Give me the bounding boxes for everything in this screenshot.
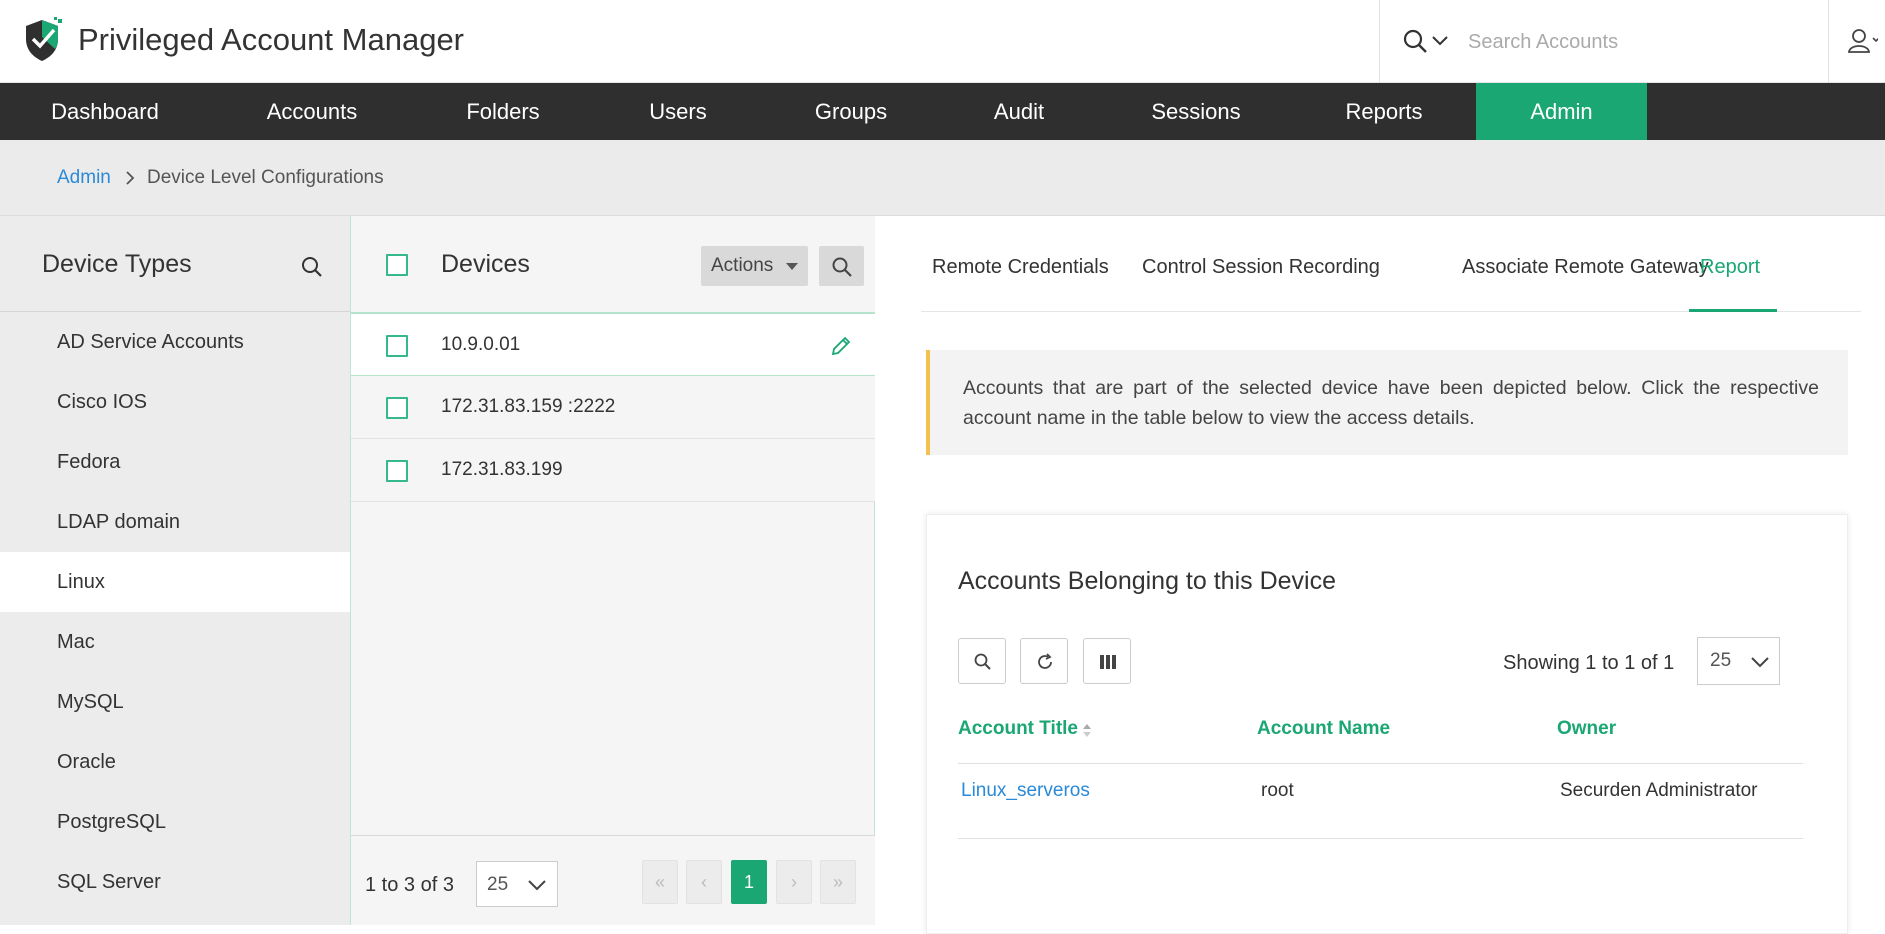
chevron-down-icon bbox=[528, 880, 546, 891]
column-header-owner[interactable]: Owner bbox=[1557, 718, 1616, 740]
showing-count: Showing 1 to 1 of 1 bbox=[1503, 652, 1675, 674]
device-type-item[interactable]: PostgreSQL bbox=[0, 792, 350, 852]
breadcrumb-current: Device Level Configurations bbox=[147, 167, 384, 188]
chevron-right-icon bbox=[126, 171, 135, 185]
device-label: 172.31.83.199 bbox=[441, 459, 563, 480]
shield-logo-icon bbox=[26, 17, 62, 61]
table-columns-button[interactable] bbox=[1083, 638, 1131, 684]
nav-folders[interactable]: Folders bbox=[414, 83, 592, 140]
sort-icon bbox=[1083, 724, 1091, 737]
search-accounts-input[interactable] bbox=[1468, 26, 1808, 58]
accounts-card: Accounts Belonging to this Device Showin… bbox=[926, 514, 1848, 934]
search-icon bbox=[974, 653, 991, 670]
tab-control-session-recording[interactable]: Control Session Recording bbox=[1142, 256, 1380, 279]
device-types-panel: Device Types AD Service Accounts Cisco I… bbox=[0, 216, 350, 925]
breadcrumb: Admin Device Level Configurations bbox=[0, 140, 1885, 216]
user-icon[interactable] bbox=[1848, 28, 1878, 54]
nav-reports[interactable]: Reports bbox=[1292, 83, 1476, 140]
devices-search-button[interactable] bbox=[819, 246, 864, 286]
device-type-item[interactable]: MySQL bbox=[0, 672, 350, 732]
info-note: Accounts that are part of the selected d… bbox=[926, 350, 1848, 455]
accounts-card-title: Accounts Belonging to this Device bbox=[958, 567, 1336, 595]
column-header-account-name[interactable]: Account Name bbox=[1257, 718, 1390, 740]
nav-sessions[interactable]: Sessions bbox=[1100, 83, 1292, 140]
device-row[interactable]: 172.31.83.159 :2222 bbox=[351, 376, 875, 439]
device-type-item[interactable]: Oracle bbox=[0, 732, 350, 792]
account-name-cell: root bbox=[1261, 780, 1294, 801]
row-divider bbox=[958, 838, 1803, 839]
device-row[interactable]: 172.31.83.199 bbox=[351, 439, 875, 502]
table-search-button[interactable] bbox=[958, 638, 1006, 684]
devices-count: 1 to 3 of 3 bbox=[365, 874, 454, 896]
first-page-button[interactable]: « bbox=[642, 860, 678, 904]
tab-report[interactable]: Report bbox=[1700, 256, 1760, 279]
device-type-item[interactable]: LDAP domain bbox=[0, 492, 350, 552]
accounts-page-size-select[interactable]: 25 bbox=[1697, 637, 1780, 685]
nav-dashboard[interactable]: Dashboard bbox=[0, 83, 210, 140]
devices-header: Devices Actions bbox=[351, 216, 875, 313]
main-nav: Dashboard Accounts Folders Users Groups … bbox=[0, 83, 1885, 140]
table-refresh-button[interactable] bbox=[1020, 638, 1068, 684]
search-icon[interactable] bbox=[1402, 28, 1428, 54]
pencil-edit-icon[interactable] bbox=[829, 334, 853, 358]
config-tabs: Remote Credentials Control Session Recor… bbox=[921, 216, 1861, 312]
column-header-label: Account Title bbox=[958, 718, 1078, 739]
actions-button[interactable]: Actions bbox=[701, 246, 808, 286]
next-page-button[interactable]: › bbox=[776, 860, 812, 904]
tab-remote-credentials[interactable]: Remote Credentials bbox=[932, 256, 1109, 279]
page-size-select[interactable]: 25 bbox=[476, 861, 558, 907]
nav-accounts[interactable]: Accounts bbox=[210, 83, 414, 140]
device-config-panel: Remote Credentials Control Session Recor… bbox=[875, 216, 1885, 934]
page-size-value: 25 bbox=[1710, 650, 1732, 671]
devices-list: 10.9.0.01 172.31.83.159 :2222 172.31.83.… bbox=[351, 313, 875, 502]
actions-label: Actions bbox=[711, 255, 774, 276]
current-page-button[interactable]: 1 bbox=[731, 860, 767, 904]
device-checkbox[interactable] bbox=[386, 397, 408, 419]
device-types-list: AD Service Accounts Cisco IOS Fedora LDA… bbox=[0, 312, 350, 912]
device-type-item[interactable]: AD Service Accounts bbox=[0, 312, 350, 372]
device-type-item[interactable]: SQL Server bbox=[0, 852, 350, 912]
chevron-down-icon[interactable] bbox=[1430, 31, 1450, 51]
select-all-checkbox[interactable] bbox=[386, 254, 408, 276]
device-types-title: Device Types bbox=[42, 250, 192, 278]
prev-page-button[interactable]: ‹ bbox=[686, 860, 722, 904]
device-type-item[interactable]: Fedora bbox=[0, 432, 350, 492]
nav-users[interactable]: Users bbox=[592, 83, 764, 140]
device-types-header: Device Types bbox=[0, 216, 350, 312]
search-icon[interactable] bbox=[300, 255, 324, 279]
nav-audit[interactable]: Audit bbox=[938, 83, 1100, 140]
devices-title: Devices bbox=[441, 250, 530, 278]
info-text: Accounts that are part of the selected d… bbox=[963, 377, 1819, 429]
nav-admin[interactable]: Admin bbox=[1476, 83, 1647, 140]
account-search bbox=[1379, 0, 1829, 83]
refresh-icon bbox=[1038, 653, 1052, 669]
header-divider bbox=[958, 763, 1803, 764]
devices-panel: Devices Actions 10.9.0.01 172.31.83.159 … bbox=[350, 216, 875, 925]
active-tab-indicator bbox=[1689, 309, 1777, 312]
page-size-value: 25 bbox=[487, 874, 509, 895]
nav-groups[interactable]: Groups bbox=[764, 83, 938, 140]
chevron-down-icon bbox=[1751, 657, 1769, 668]
columns-icon bbox=[1100, 655, 1116, 669]
device-checkbox[interactable] bbox=[386, 335, 408, 357]
device-type-item[interactable]: Mac bbox=[0, 612, 350, 672]
device-label: 10.9.0.01 bbox=[441, 334, 521, 355]
column-header-account-title[interactable]: Account Title bbox=[958, 718, 1091, 740]
breadcrumb-admin-link[interactable]: Admin bbox=[57, 167, 111, 189]
app-header: Privileged Account Manager bbox=[0, 0, 1885, 83]
account-title-link[interactable]: Linux_serveros bbox=[961, 780, 1090, 802]
device-checkbox[interactable] bbox=[386, 460, 408, 482]
device-type-item[interactable]: Cisco IOS bbox=[0, 372, 350, 432]
last-page-button[interactable]: » bbox=[820, 860, 856, 904]
account-owner-cell: Securden Administrator bbox=[1560, 780, 1758, 801]
device-type-item-selected[interactable]: Linux bbox=[0, 552, 350, 612]
devices-pagination: 1 to 3 of 3 25 « ‹ 1 › » bbox=[351, 835, 875, 925]
tab-associate-remote-gateway[interactable]: Associate Remote Gateway bbox=[1462, 256, 1709, 279]
search-icon bbox=[832, 257, 852, 277]
device-label: 172.31.83.159 :2222 bbox=[441, 396, 616, 417]
app-title: Privileged Account Manager bbox=[78, 22, 465, 57]
caret-down-icon bbox=[786, 263, 798, 270]
device-row-selected[interactable]: 10.9.0.01 bbox=[351, 313, 875, 376]
